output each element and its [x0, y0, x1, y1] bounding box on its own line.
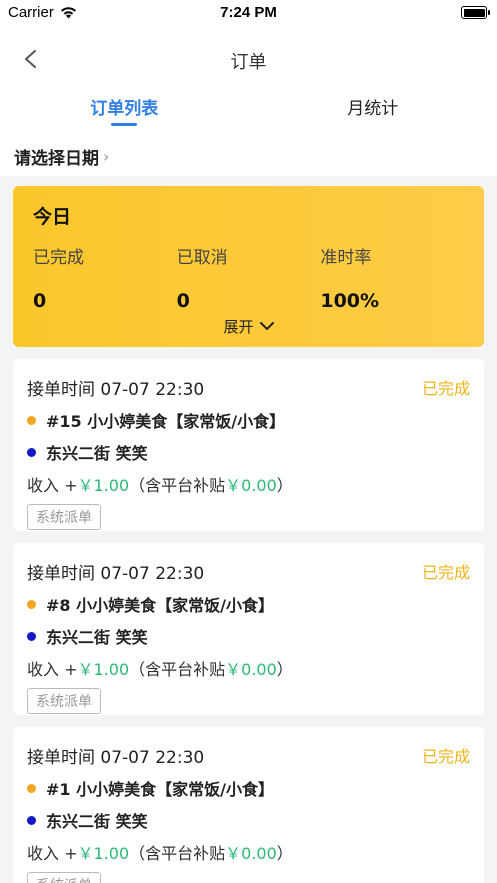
order-customer-row: 东兴二街 笑笑 — [27, 624, 470, 648]
pickup-dot-icon — [27, 415, 36, 425]
stat-label: 准时率 — [320, 248, 372, 268]
order-card[interactable]: 接单时间 07-07 22:30 已完成 #1 小小婷美食【家常饭/小食】 东兴… — [13, 727, 484, 883]
order-status: 已完成 — [421, 379, 470, 398]
subsidy-prefix: （含平台补贴 — [129, 476, 226, 495]
income-prefix: 收入 + — [27, 844, 78, 863]
order-customer: 东兴二街 笑笑 — [46, 628, 148, 647]
income-amount: ￥1.00 — [77, 844, 130, 863]
tab-active-indicator — [111, 123, 138, 126]
subsidy-amount: ￥0.00 — [225, 660, 277, 679]
dropoff-dot-icon — [27, 815, 36, 825]
order-status: 已完成 — [421, 563, 470, 582]
stat-value: 0 — [33, 290, 47, 312]
date-picker[interactable]: 请选择日期 › — [0, 136, 497, 176]
order-shop: #1 小小婷美食【家常饭/小食】 — [46, 780, 274, 799]
nav-bar: 订单 — [0, 28, 497, 90]
stat-cancelled: 已取消 0 — [177, 243, 321, 312]
today-summary-card: 今日 已完成 0 已取消 0 准时率 100% 展开 — [13, 186, 484, 347]
pickup-dot-icon — [27, 783, 36, 793]
stat-label: 已取消 — [176, 248, 228, 268]
dispatch-tag: 系统派单 — [27, 688, 101, 714]
summary-stats: 已完成 0 已取消 0 准时率 100% — [33, 243, 464, 312]
tab-bar: 订单列表 月统计 — [0, 90, 497, 136]
order-card[interactable]: 接单时间 07-07 22:30 已完成 #8 小小婷美食【家常饭/小食】 东兴… — [13, 543, 484, 715]
subsidy-prefix: （含平台补贴 — [129, 660, 226, 679]
stat-completed: 已完成 0 — [33, 243, 177, 312]
main-content: 今日 已完成 0 已取消 0 准时率 100% 展开 接单时间 07-07 22… — [0, 176, 497, 883]
order-shop: #8 小小婷美食【家常饭/小食】 — [46, 596, 274, 615]
tab-order-list-label: 订单列表 — [90, 99, 159, 119]
expand-button[interactable]: 展开 — [13, 316, 484, 337]
date-picker-label: 请选择日期 — [14, 148, 99, 169]
subsidy-suffix: ） — [276, 476, 293, 495]
pickup-dot-icon — [27, 599, 36, 609]
subsidy-amount: ￥0.00 — [225, 476, 277, 495]
tab-monthly-stats-label: 月统计 — [347, 99, 399, 119]
order-shop: #15 小小婷美食【家常饭/小食】 — [46, 412, 286, 431]
expand-label: 展开 — [223, 318, 254, 336]
order-status: 已完成 — [421, 747, 470, 766]
dispatch-tag: 系统派单 — [27, 504, 101, 530]
income-amount: ￥1.00 — [77, 476, 130, 495]
income-prefix: 收入 + — [27, 660, 78, 679]
order-customer: 东兴二街 笑笑 — [46, 444, 148, 463]
status-bar: Carrier 7:24 PM — [0, 0, 497, 28]
subsidy-suffix: ） — [276, 844, 293, 863]
order-accept-time: 接单时间 07-07 22:30 — [27, 748, 205, 768]
dispatch-tag: 系统派单 — [27, 872, 101, 883]
battery-icon — [461, 6, 490, 19]
tab-order-list[interactable]: 订单列表 — [0, 90, 249, 136]
summary-title: 今日 — [33, 206, 72, 228]
subsidy-suffix: ） — [276, 660, 293, 679]
stat-value: 100% — [320, 290, 380, 312]
order-customer: 东兴二街 笑笑 — [46, 812, 148, 831]
chevron-down-icon — [259, 322, 274, 330]
stat-label: 已完成 — [33, 248, 84, 268]
order-card[interactable]: 接单时间 07-07 22:30 已完成 #15 小小婷美食【家常饭/小食】 东… — [13, 359, 484, 531]
dropoff-dot-icon — [27, 447, 36, 457]
order-income: 收入 +￥1.00（含平台补贴￥0.00） — [27, 840, 470, 864]
dropoff-dot-icon — [27, 631, 36, 641]
subsidy-prefix: （含平台补贴 — [129, 844, 226, 863]
order-accept-time: 接单时间 07-07 22:30 — [27, 380, 205, 400]
income-amount: ￥1.00 — [77, 660, 130, 679]
top-area: Carrier 7:24 PM 订单 订单列表 月统计 请选择日期 › — [0, 0, 497, 176]
stat-on-time-rate: 准时率 100% — [320, 243, 464, 312]
subsidy-amount: ￥0.00 — [225, 844, 277, 863]
order-shop-row: #8 小小婷美食【家常饭/小食】 — [27, 592, 470, 616]
page-title: 订单 — [230, 52, 267, 73]
order-shop-row: #15 小小婷美食【家常饭/小食】 — [27, 408, 470, 432]
stat-value: 0 — [176, 290, 190, 312]
tab-monthly-stats[interactable]: 月统计 — [249, 90, 497, 136]
status-time: 7:24 PM — [220, 4, 277, 21]
chevron-right-icon: › — [103, 146, 110, 166]
income-prefix: 收入 + — [27, 476, 78, 495]
order-customer-row: 东兴二街 笑笑 — [27, 440, 470, 464]
order-customer-row: 东兴二街 笑笑 — [27, 808, 470, 832]
order-income: 收入 +￥1.00（含平台补贴￥0.00） — [27, 656, 470, 680]
order-income: 收入 +￥1.00（含平台补贴￥0.00） — [27, 472, 470, 496]
order-accept-time: 接单时间 07-07 22:30 — [27, 564, 205, 584]
order-shop-row: #1 小小婷美食【家常饭/小食】 — [27, 776, 470, 800]
